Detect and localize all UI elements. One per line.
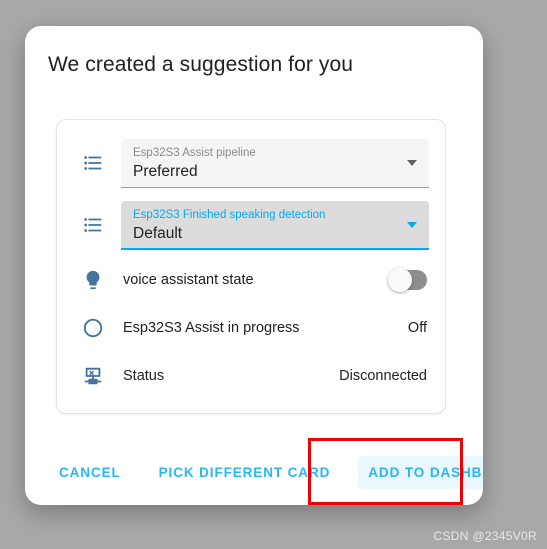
select-label: Esp32S3 Assist pipeline — [133, 146, 256, 159]
entity-label: voice assistant state — [123, 272, 254, 288]
format-list-bulleted-icon — [73, 205, 113, 245]
entity-label: Status — [123, 368, 165, 384]
select-assist-pipeline[interactable]: Esp32S3 Assist pipeline Preferred — [121, 138, 429, 188]
pick-different-card-button[interactable]: PICK DIFFERENT CARD — [149, 456, 341, 489]
chevron-down-icon[interactable] — [407, 221, 417, 228]
cancel-button[interactable]: CANCEL — [49, 456, 131, 489]
entity-row-finished-speaking-detection[interactable]: Esp32S3 Finished speaking detection Defa… — [73, 194, 429, 256]
format-list-bulleted-icon — [73, 143, 113, 183]
dialog-actions: CANCEL PICK DIFFERENT CARD ADD TO DASHBO… — [25, 439, 483, 505]
entity-row-voice-assistant-state[interactable]: voice assistant state — [73, 256, 429, 304]
chevron-down-icon[interactable] — [407, 159, 417, 166]
entity-row-status[interactable]: Status Disconnected — [73, 352, 429, 400]
circle-outline-icon — [73, 308, 113, 348]
toggle-knob — [388, 268, 412, 292]
entity-state[interactable]: Disconnected — [339, 368, 429, 384]
dialog-title: We created a suggestion for you — [48, 53, 354, 76]
select-label: Esp32S3 Finished speaking detection — [133, 208, 326, 221]
card-rows: Esp32S3 Assist pipeline Preferred Esp32S… — [57, 120, 445, 410]
entity-state[interactable]: Off — [408, 320, 429, 336]
voice-assistant-state-toggle[interactable] — [388, 268, 427, 292]
select-finished-speaking-detection[interactable]: Esp32S3 Finished speaking detection Defa… — [121, 200, 429, 250]
card-preview: Esp32S3 Assist pipeline Preferred Esp32S… — [56, 119, 446, 414]
select-value: Preferred — [133, 162, 198, 180]
add-to-dashboard-button[interactable]: ADD TO DASHBOARD — [358, 455, 483, 489]
watermark-text: CSDN @2345V0R — [433, 529, 537, 543]
entity-label: Esp32S3 Assist in progress — [123, 320, 300, 336]
select-value: Default — [133, 224, 183, 242]
lan-disconnect-icon — [73, 356, 113, 396]
entity-row-assist-pipeline[interactable]: Esp32S3 Assist pipeline Preferred — [73, 132, 429, 194]
suggestion-dialog: We created a suggestion for you Esp32S3 … — [25, 26, 483, 505]
lightbulb-icon — [73, 260, 113, 300]
entity-row-assist-in-progress[interactable]: Esp32S3 Assist in progress Off — [73, 304, 429, 352]
